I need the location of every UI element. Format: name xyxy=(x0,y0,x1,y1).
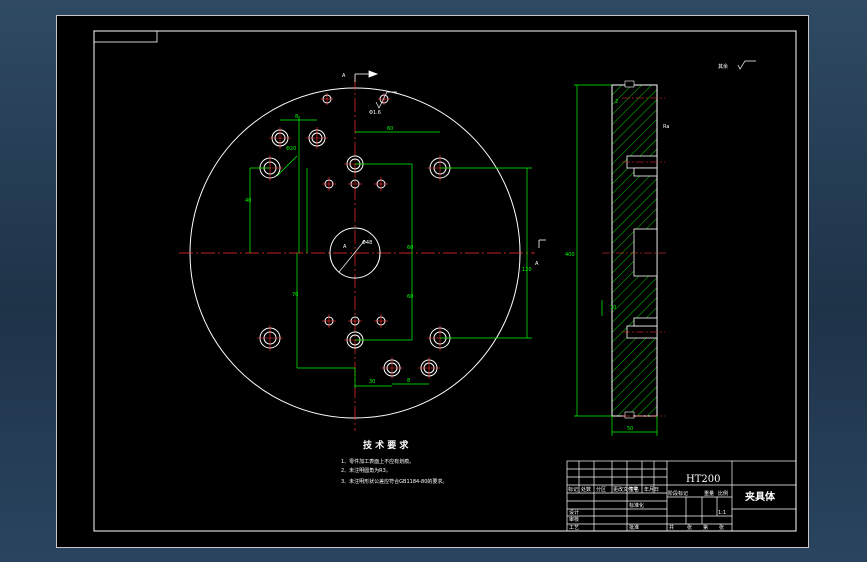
dim-label: 60 xyxy=(387,126,393,132)
tb-mid-label: 标准化 xyxy=(629,502,644,509)
dim-label: 30 xyxy=(369,379,375,385)
cad-drawing: Φ48 A 8 60 Φ20 40 60 120 70 60 30 8 A A … xyxy=(93,30,797,532)
tb-sheet-label: 张 xyxy=(687,524,692,531)
tech-title: 技 术 要 求 xyxy=(363,439,409,451)
roughness-mark xyxy=(737,60,756,70)
section-bore xyxy=(633,228,658,277)
tb-right-label: 比例 xyxy=(718,490,728,497)
bottom-notch xyxy=(624,411,635,419)
drawing-canvas: Φ48 A 8 60 Φ20 40 60 120 70 60 30 8 A A … xyxy=(56,15,809,548)
tb-mid-label: 批准 xyxy=(629,524,639,531)
code-box xyxy=(93,30,158,43)
drawing-frame xyxy=(93,30,797,532)
dim-label: 40 xyxy=(245,198,251,204)
tb-sheet-label: 共 xyxy=(669,524,674,531)
front-view: Φ48 A 8 60 Φ20 40 60 120 70 60 30 8 A A … xyxy=(179,70,546,431)
dim-label: 60 xyxy=(407,245,413,251)
material-label: HT200 xyxy=(686,474,720,485)
dim-label: 10 xyxy=(610,305,616,311)
dim-label: 60 xyxy=(407,294,413,300)
tech-note-2: 2、未注明圆角为R3。 xyxy=(341,467,391,474)
roughness-note-text: 其余 xyxy=(718,63,728,70)
dim-label: 70 xyxy=(292,292,298,298)
roughness-value: Φ1.6 xyxy=(369,110,381,116)
top-notch xyxy=(624,80,635,88)
tb-right-label: 重量 xyxy=(704,490,714,497)
section-view: 400 50 10 2 Ra xyxy=(565,80,669,436)
technical-requirements: 技 术 要 求 1、零件加工表面上不应有划痕。 2、未注明圆角为R3。 3、未注… xyxy=(341,439,447,485)
tb-right-label: 阶段标记 xyxy=(668,490,688,497)
tb-label: 签名 xyxy=(629,486,639,493)
tech-note-3: 3、未注明形状公差应符合GB1184-80的要求。 xyxy=(341,478,447,485)
section-mark-center: A xyxy=(343,244,347,250)
tb-left-label: 工艺 xyxy=(569,525,579,531)
tb-left-label: 设计 xyxy=(569,509,579,516)
tb-label: 处数 xyxy=(581,486,591,493)
dim-label: Φ20 xyxy=(286,146,296,152)
tb-label: 年月日 xyxy=(644,486,659,493)
tb-left-label: 审核 xyxy=(569,516,579,523)
dim-thickness-label: 50 xyxy=(627,426,633,432)
section-roughness: Ra xyxy=(663,124,669,130)
dim-label: 2 xyxy=(615,99,618,105)
dim-height-label: 400 xyxy=(565,252,575,258)
tech-note-1: 1、零件加工表面上不应有划痕。 xyxy=(341,458,414,465)
section-mark-right: A xyxy=(535,261,539,267)
part-name-label: 夹具体 xyxy=(745,490,776,503)
tb-sheet-label: 张 xyxy=(719,524,724,531)
dim-label: 8 xyxy=(295,114,298,120)
roughness-note: 其余 xyxy=(718,60,756,70)
scale-value: 1:1 xyxy=(718,510,726,516)
tb-label: 标记 xyxy=(568,486,578,493)
counterbore xyxy=(633,317,658,327)
bore-diameter-label: Φ48 xyxy=(362,240,372,246)
dim-label: 8 xyxy=(407,378,410,384)
dim-label: 120 xyxy=(522,267,532,273)
counterbore xyxy=(633,167,658,177)
tb-label: 分区 xyxy=(596,486,606,493)
tb-sheet-label: 第 xyxy=(703,524,708,531)
roughness-symbol xyxy=(375,91,397,109)
section-mark-top: A xyxy=(342,73,346,79)
dimension-lines xyxy=(249,116,532,388)
